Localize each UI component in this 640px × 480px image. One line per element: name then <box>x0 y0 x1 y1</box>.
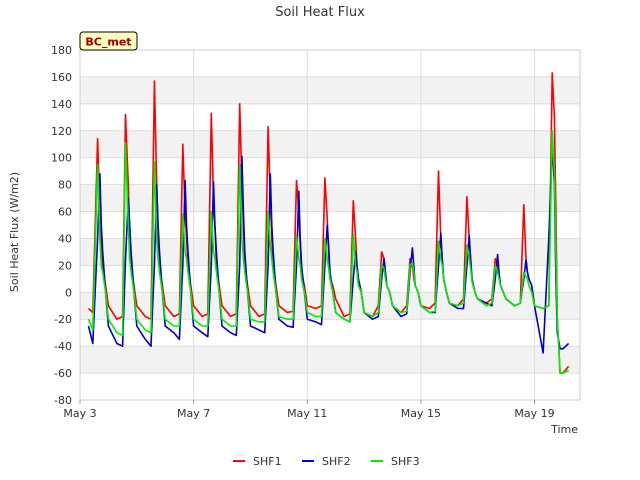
legend-label: SHF1 <box>253 455 282 468</box>
legend-item-shf2: SHF2 <box>302 455 351 468</box>
plot-band <box>80 50 580 77</box>
y-tick-label: 20 <box>58 259 72 272</box>
x-tick-label: May 7 <box>177 407 210 420</box>
x-axis: May 3 May 7 May 11 May 15 May 19 <box>63 400 555 420</box>
y-tick-label: 180 <box>51 44 72 57</box>
x-tick-label: May 3 <box>63 407 96 420</box>
legend-item-shf1: SHF1 <box>233 455 282 468</box>
y-tick-label: 120 <box>51 125 72 138</box>
x-axis-label: Time <box>550 423 578 436</box>
y-tick-label: -40 <box>54 340 72 353</box>
plot-band <box>80 373 580 400</box>
x-tick-label: May 19 <box>514 407 554 420</box>
y-tick-label: 80 <box>58 179 72 192</box>
y-tick-label: -80 <box>54 394 72 407</box>
y-tick-label: -20 <box>54 313 72 326</box>
legend-item-shf3: SHF3 <box>371 455 420 468</box>
plot-band <box>80 319 580 347</box>
y-tick-label: 140 <box>51 98 72 111</box>
legend: SHF1 SHF2 SHF3 <box>233 455 420 468</box>
plot-band <box>80 346 580 374</box>
y-tick-label: 160 <box>51 71 72 84</box>
legend-label: SHF3 <box>391 455 420 468</box>
x-tick-label: May 11 <box>287 407 327 420</box>
y-axis: -80 -60 -40 -20 0 20 40 60 80 100 120 140 160 180 <box>51 44 72 407</box>
y-axis-label: Soil Heat Flux (W/m2) <box>8 172 21 292</box>
chart-title: Soil Heat Flux <box>275 5 365 20</box>
x-tick-label: May 15 <box>401 407 441 420</box>
soil-heat-flux-chart: -80 -60 -40 -20 0 20 40 60 80 100 120 140 160 180 May… <box>8 5 581 468</box>
y-tick-label: 60 <box>58 206 72 219</box>
y-tick-label: -60 <box>54 367 72 380</box>
y-tick-label: 40 <box>58 232 72 245</box>
station-badge-label: BC_met <box>85 36 131 49</box>
y-tick-label: 0 <box>65 286 72 299</box>
legend-label: SHF2 <box>322 455 351 468</box>
y-tick-label: 100 <box>51 152 72 165</box>
station-badge: BC_met <box>79 31 138 51</box>
